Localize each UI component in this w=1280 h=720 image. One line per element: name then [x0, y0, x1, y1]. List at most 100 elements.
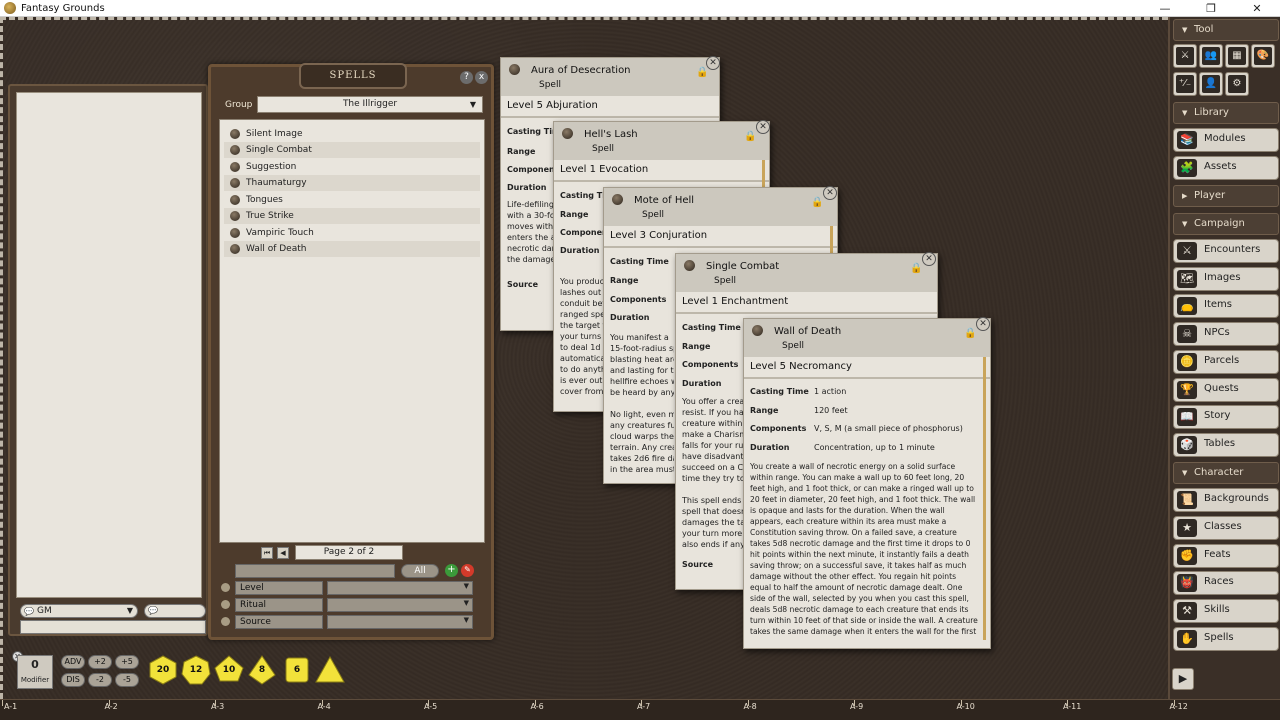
calendar-button[interactable]: ▦: [1225, 44, 1249, 68]
close-card-button[interactable]: ✕: [823, 186, 837, 200]
filter-level-select[interactable]: ▼: [327, 581, 473, 595]
plus-two-button[interactable]: +2: [88, 655, 112, 669]
sidebar-item-modules[interactable]: 📚 Modules: [1173, 128, 1279, 152]
hotbar-slot[interactable]: A-1: [4, 702, 17, 711]
sidebar-item-quests[interactable]: 🏆 Quests: [1173, 378, 1279, 402]
d10-die[interactable]: 10: [214, 655, 244, 685]
chat-log[interactable]: [16, 92, 202, 598]
first-page-button[interactable]: ⏮: [261, 547, 273, 559]
sidebar-item-label: Spells: [1204, 632, 1234, 643]
hotbar-slot[interactable]: A-6: [531, 702, 544, 711]
previous-page-button[interactable]: ◀: [277, 547, 289, 559]
hotbar-slot[interactable]: A-11: [1063, 702, 1081, 711]
minus-two-button[interactable]: -2: [88, 673, 112, 687]
sidebar-item-npcs[interactable]: ☠ NPCs: [1173, 322, 1279, 346]
restore-button[interactable]: ❐: [1188, 0, 1234, 17]
hotbar-slot[interactable]: A-9: [850, 702, 863, 711]
hotbar-slot[interactable]: A-12: [1170, 702, 1188, 711]
d4-die[interactable]: [315, 655, 345, 685]
sidebar-item-skills[interactable]: ⚒ Skills: [1173, 599, 1279, 623]
modifier-box[interactable]: 0 Modifier: [17, 655, 53, 689]
hotbar-slot[interactable]: A-10: [957, 702, 975, 711]
dis-button[interactable]: DIS: [61, 673, 85, 687]
sidebar-item-races[interactable]: 👹 Races: [1173, 571, 1279, 595]
spell-token-icon: [562, 128, 573, 139]
lock-icon[interactable]: 🔒: [910, 263, 922, 274]
hotbar-slot[interactable]: A-5: [424, 702, 437, 711]
sidebar-item-encounters[interactable]: ⚔ Encounters: [1173, 239, 1279, 263]
identity-select[interactable]: 💬 GM ▼: [20, 604, 138, 618]
sidebar-item-tables[interactable]: 🎲 Tables: [1173, 433, 1279, 457]
group-select[interactable]: The Illrigger ▼: [257, 96, 483, 113]
page-indicator: Page 2 of 2: [295, 545, 403, 560]
all-filter-button[interactable]: All: [401, 564, 439, 578]
add-icon[interactable]: +: [445, 564, 458, 577]
list-item[interactable]: Vampiric Touch: [224, 225, 480, 241]
sidebar-section-character[interactable]: ▼ Character: [1173, 462, 1279, 484]
lock-icon[interactable]: 🔒: [964, 328, 976, 339]
edit-icon[interactable]: ✎: [461, 564, 474, 577]
hotbar-slot[interactable]: A-4: [318, 702, 331, 711]
filter-ritual-select[interactable]: ▼: [327, 598, 473, 612]
minimize-button[interactable]: —: [1142, 0, 1188, 17]
options-button[interactable]: ⚙: [1225, 72, 1249, 96]
plus-five-button[interactable]: +5: [115, 655, 139, 669]
d12-die[interactable]: 12: [181, 655, 211, 685]
sidebar-item-classes[interactable]: ★ Classes: [1173, 516, 1279, 540]
sidebar-item-items[interactable]: 👝 Items: [1173, 294, 1279, 318]
sidebar-section-tool[interactable]: ▼ Tool: [1173, 19, 1279, 41]
sidebar-item-backgrounds[interactable]: 📜 Backgrounds: [1173, 488, 1279, 512]
hotbar-slot[interactable]: A-8: [744, 702, 757, 711]
combat-tracker-button[interactable]: ⚔: [1173, 44, 1197, 68]
list-item[interactable]: Thaumaturgy: [224, 175, 480, 191]
filter-row-source: Source ▼: [221, 615, 473, 629]
name-filter-input[interactable]: [235, 564, 395, 578]
lock-icon[interactable]: 🔒: [811, 197, 823, 208]
close-card-button[interactable]: ✕: [706, 56, 720, 70]
close-card-button[interactable]: ✕: [756, 120, 770, 134]
d8-die[interactable]: 8: [247, 655, 277, 685]
sidebar-item-feats[interactable]: ✊ Feats: [1173, 544, 1279, 568]
sidebar-section-campaign[interactable]: ▼ Campaign: [1173, 213, 1279, 235]
hotbar-slot[interactable]: A-2: [105, 702, 118, 711]
list-item[interactable]: True Strike: [224, 208, 480, 224]
d20-die[interactable]: 20: [148, 655, 178, 685]
sidebar-section-player[interactable]: ▶ Player: [1173, 185, 1279, 207]
sidebar-section-library[interactable]: ▼ Library: [1173, 102, 1279, 124]
filter-label: Level: [235, 581, 323, 595]
close-button[interactable]: x: [475, 71, 488, 84]
close-window-button[interactable]: ✕: [1234, 0, 1280, 17]
spell-card-wall-of-death[interactable]: Wall of Death Spell 🔒 ✕ Level 5 Necroman…: [743, 317, 991, 649]
help-button[interactable]: ?: [460, 71, 473, 84]
lock-icon[interactable]: 🔒: [696, 67, 708, 78]
sidebar-item-parcels[interactable]: 🪙 Parcels: [1173, 350, 1279, 374]
list-item[interactable]: Silent Image: [224, 126, 480, 142]
close-card-button[interactable]: ✕: [976, 317, 990, 331]
modifiers-button[interactable]: ⁺⁄₋: [1173, 72, 1197, 96]
hotbar-slot[interactable]: A-3: [211, 702, 224, 711]
chat-entry-input[interactable]: [20, 620, 206, 634]
list-item[interactable]: Single Combat: [224, 142, 480, 158]
play-icon[interactable]: ▶: [1172, 668, 1194, 690]
hotbar-slot[interactable]: A-7: [637, 702, 650, 711]
sidebar-item-images[interactable]: 🗺 Images: [1173, 267, 1279, 291]
adv-button[interactable]: ADV: [61, 655, 85, 669]
crossed-tools-icon: ⚒: [1177, 602, 1197, 620]
list-item[interactable]: Wall of Death: [224, 241, 480, 257]
minus-five-button[interactable]: -5: [115, 673, 139, 687]
users-button[interactable]: 👤: [1199, 72, 1223, 96]
chat-mode-select[interactable]: 💬: [144, 604, 206, 618]
color-button[interactable]: 🎨: [1251, 44, 1275, 68]
list-item[interactable]: Suggestion: [224, 159, 480, 175]
d6-die[interactable]: 6: [282, 655, 312, 685]
party-sheet-button[interactable]: 👥: [1199, 44, 1223, 68]
sidebar-item-label: Encounters: [1204, 244, 1261, 255]
lock-icon[interactable]: 🔒: [744, 131, 756, 142]
scrollbar[interactable]: [983, 357, 986, 640]
filter-source-select[interactable]: ▼: [327, 615, 473, 629]
sidebar-item-story[interactable]: 📖 Story: [1173, 405, 1279, 429]
sidebar-item-assets[interactable]: 🧩 Assets: [1173, 156, 1279, 180]
list-item[interactable]: Tongues: [224, 192, 480, 208]
close-card-button[interactable]: ✕: [922, 252, 936, 266]
sidebar-item-spells[interactable]: ✋ Spells: [1173, 627, 1279, 651]
